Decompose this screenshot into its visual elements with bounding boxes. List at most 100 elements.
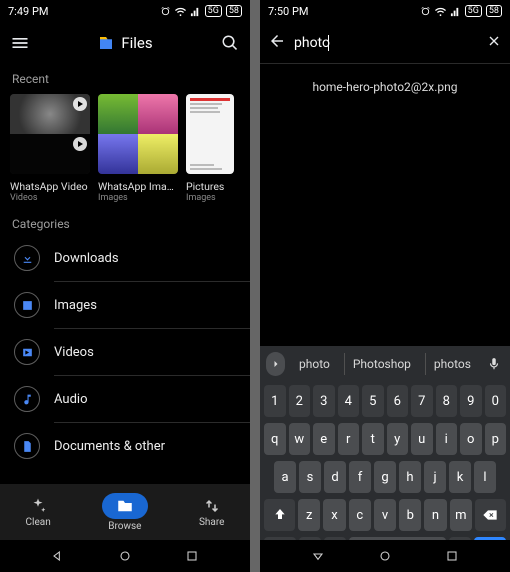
category-downloads[interactable]: Downloads xyxy=(0,235,250,281)
key-w[interactable]: w xyxy=(289,423,311,455)
signal-icon xyxy=(450,6,461,17)
back-button[interactable] xyxy=(268,32,286,54)
suggestion[interactable]: photo xyxy=(291,353,338,375)
key-8[interactable]: 8 xyxy=(436,385,458,417)
recents-button[interactable] xyxy=(443,547,461,565)
phone-search: 7:50 PM 5G 58 photo home-hero-photo2@2x.… xyxy=(260,0,510,572)
key-v[interactable]: v xyxy=(374,499,396,531)
key-z[interactable]: z xyxy=(298,499,320,531)
key-n[interactable]: n xyxy=(424,499,446,531)
recent-item-name: Pictures xyxy=(186,180,234,193)
key-i[interactable]: i xyxy=(436,423,458,455)
alarm-icon xyxy=(420,6,431,17)
key-7[interactable]: 7 xyxy=(411,385,433,417)
key-y[interactable]: y xyxy=(387,423,409,455)
category-audio[interactable]: Audio xyxy=(0,376,250,422)
share-icon xyxy=(203,497,221,515)
mic-button[interactable] xyxy=(485,352,504,376)
key-1[interactable]: 1 xyxy=(264,385,286,417)
bottom-nav: Clean Browse Share xyxy=(0,484,250,540)
key-5[interactable]: 5 xyxy=(362,385,384,417)
key-a[interactable]: a xyxy=(274,461,296,493)
back-button[interactable] xyxy=(49,547,67,565)
keyboard: photo Photoshop photos 1234567890 qwerty… xyxy=(260,346,510,572)
folder-icon xyxy=(116,497,134,515)
shift-key[interactable] xyxy=(264,499,295,531)
menu-button[interactable] xyxy=(10,33,30,53)
key-0[interactable]: 0 xyxy=(485,385,507,417)
recent-item[interactable]: Pictures Images xyxy=(186,94,234,203)
status-bar: 7:49 PM 5G 58 xyxy=(0,0,250,22)
key-x[interactable]: x xyxy=(323,499,345,531)
wifi-icon xyxy=(175,6,186,17)
system-nav xyxy=(260,540,510,572)
key-d[interactable]: d xyxy=(324,461,346,493)
key-o[interactable]: o xyxy=(460,423,482,455)
backspace-key[interactable] xyxy=(475,499,506,531)
recents-button[interactable] xyxy=(183,547,201,565)
key-f[interactable]: f xyxy=(349,461,371,493)
recent-item-sub: Images xyxy=(98,193,178,203)
recent-row[interactable]: WhatsApp Video Videos WhatsApp Images Im… xyxy=(0,90,250,209)
key-h[interactable]: h xyxy=(399,461,421,493)
key-b[interactable]: b xyxy=(399,499,421,531)
search-button[interactable] xyxy=(220,33,240,53)
suggestion[interactable]: photos xyxy=(425,353,479,375)
recent-item-sub: Videos xyxy=(10,193,90,203)
key-2[interactable]: 2 xyxy=(289,385,311,417)
key-s[interactable]: s xyxy=(299,461,321,493)
category-label: Documents & other xyxy=(54,439,236,454)
category-videos[interactable]: Videos xyxy=(0,329,250,375)
status-icons: 5G 58 xyxy=(420,5,502,17)
battery-icon: 58 xyxy=(486,5,502,17)
network-label: 5G xyxy=(465,5,482,17)
search-bar: photo xyxy=(260,22,510,64)
search-input[interactable]: photo xyxy=(294,35,478,51)
video-icon xyxy=(14,339,40,365)
key-g[interactable]: g xyxy=(374,461,396,493)
recent-item-sub: Images xyxy=(186,193,234,203)
key-r[interactable]: r xyxy=(338,423,360,455)
network-label: 5G xyxy=(205,5,222,17)
nav-label: Clean xyxy=(26,517,51,528)
suggestion[interactable]: Photoshop xyxy=(344,353,419,375)
nav-share[interactable]: Share xyxy=(199,497,224,528)
alarm-icon xyxy=(160,6,171,17)
expand-suggestions-button[interactable] xyxy=(266,352,285,376)
home-button[interactable] xyxy=(376,547,394,565)
search-result[interactable]: home-hero-photo2@2x.png xyxy=(260,64,510,110)
signal-icon xyxy=(190,6,201,17)
key-c[interactable]: c xyxy=(349,499,371,531)
document-icon xyxy=(14,433,40,459)
content-area xyxy=(260,110,510,346)
home-button[interactable] xyxy=(116,547,134,565)
suggestion-row: photo Photoshop photos xyxy=(260,346,510,382)
nav-clean[interactable]: Clean xyxy=(26,497,51,528)
category-documents[interactable]: Documents & other xyxy=(0,423,250,469)
recent-item[interactable]: WhatsApp Video Videos xyxy=(10,94,90,203)
key-l[interactable]: l xyxy=(474,461,496,493)
key-q[interactable]: q xyxy=(264,423,286,455)
system-nav xyxy=(0,540,250,572)
key-3[interactable]: 3 xyxy=(313,385,335,417)
key-e[interactable]: e xyxy=(313,423,335,455)
key-4[interactable]: 4 xyxy=(338,385,360,417)
phone-files-app: 7:49 PM 5G 58 Files Recen xyxy=(0,0,250,572)
key-9[interactable]: 9 xyxy=(460,385,482,417)
status-bar: 7:50 PM 5G 58 xyxy=(260,0,510,22)
key-6[interactable]: 6 xyxy=(387,385,409,417)
key-t[interactable]: t xyxy=(362,423,384,455)
status-icons: 5G 58 xyxy=(160,5,242,17)
nav-browse[interactable]: Browse xyxy=(102,493,148,532)
key-u[interactable]: u xyxy=(411,423,433,455)
recent-item[interactable]: WhatsApp Images Images xyxy=(98,94,178,203)
status-time: 7:49 PM xyxy=(8,5,48,18)
back-button[interactable] xyxy=(309,547,327,565)
files-logo-icon xyxy=(97,34,115,52)
category-images[interactable]: Images xyxy=(0,282,250,328)
key-m[interactable]: m xyxy=(450,499,472,531)
clear-button[interactable] xyxy=(486,33,502,53)
key-j[interactable]: j xyxy=(424,461,446,493)
key-p[interactable]: p xyxy=(485,423,507,455)
key-k[interactable]: k xyxy=(449,461,471,493)
